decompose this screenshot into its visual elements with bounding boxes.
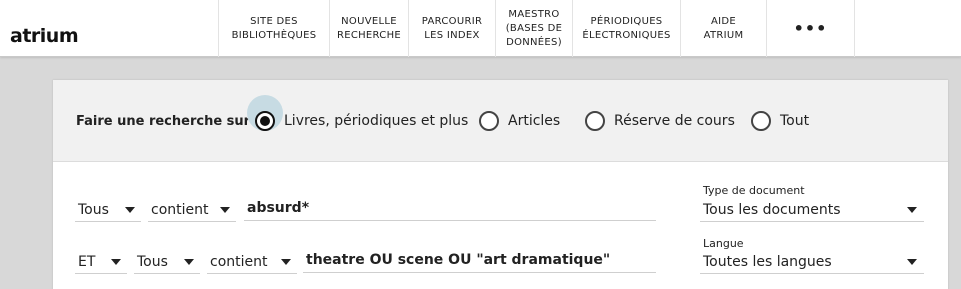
nav-label: SITE DES BIBLIOTHÈQUES xyxy=(231,15,317,41)
row2-boolean-select[interactable]: ET xyxy=(75,250,127,274)
top-header: atrium SITE DES BIBLIOTHÈQUES NOUVELLE R… xyxy=(0,0,961,57)
row1-query-input[interactable]: absurd* xyxy=(244,196,656,221)
nav-label: PÉRIODIQUES ÉLECTRONIQUES xyxy=(582,15,671,41)
scope-radio-reserve[interactable]: Réserve de cours xyxy=(585,103,735,139)
row1-operator-select[interactable]: contient xyxy=(148,198,236,222)
nav-periodiques-electroniques[interactable]: PÉRIODIQUES ÉLECTRONIQUES xyxy=(572,0,680,57)
nav-aide-atrium[interactable]: AIDE ATRIUM xyxy=(680,0,766,57)
select-value: Tous les documents xyxy=(703,201,841,218)
doc-type-select[interactable]: Tous les documents xyxy=(700,198,924,222)
scope-radio-tout[interactable]: Tout xyxy=(751,103,809,139)
language-label: Langue xyxy=(703,237,744,250)
row2-field-select[interactable]: Tous xyxy=(134,250,200,274)
scope-radio-livres[interactable]: Livres, périodiques et plus xyxy=(247,95,469,139)
radio-unchecked-icon xyxy=(479,111,499,131)
caret-down-icon xyxy=(125,207,135,213)
caret-down-icon xyxy=(184,259,194,265)
scope-radio-articles[interactable]: Articles xyxy=(479,103,560,139)
select-value: Tous xyxy=(78,201,109,218)
radio-checked-icon xyxy=(255,111,275,131)
row2-query-input[interactable]: theatre OU scene OU "art dramatique" xyxy=(303,248,656,273)
nav-label: PARCOURIR LES INDEX xyxy=(421,15,483,41)
caret-down-icon xyxy=(907,259,917,265)
atrium-logo[interactable]: atrium xyxy=(10,25,79,47)
nav-label: MAESTRO (BASES DE DONNÉES) xyxy=(505,8,563,48)
more-dots-icon: ••• xyxy=(793,18,828,38)
nav-label: NOUVELLE RECHERCHE xyxy=(336,15,402,41)
nav-maestro[interactable]: MAESTRO (BASES DE DONNÉES) xyxy=(495,0,572,57)
nav-label: AIDE ATRIUM xyxy=(703,15,744,41)
select-value: ET xyxy=(78,253,96,270)
caret-down-icon xyxy=(281,259,291,265)
query-text: theatre OU scene OU "art dramatique" xyxy=(306,252,611,268)
row1-field-select[interactable]: Tous xyxy=(75,198,141,222)
radio-unchecked-icon xyxy=(585,111,605,131)
select-value: contient xyxy=(151,201,209,218)
scope-label: Faire une recherche sur : xyxy=(76,114,260,129)
scope-option-label: Tout xyxy=(780,113,810,129)
radio-unchecked-icon xyxy=(751,111,771,131)
row2-operator-select[interactable]: contient xyxy=(207,250,297,274)
select-value: Tous xyxy=(137,253,168,270)
language-select[interactable]: Toutes les langues xyxy=(700,250,924,274)
nav-more-button[interactable]: ••• xyxy=(766,0,855,57)
scope-option-label: Réserve de cours xyxy=(614,113,735,129)
search-scope-bar: Faire une recherche sur : Livres, périod… xyxy=(53,80,948,162)
nav-nouvelle-recherche[interactable]: NOUVELLE RECHERCHE xyxy=(329,0,408,57)
caret-down-icon xyxy=(907,207,917,213)
nav-parcourir-index[interactable]: PARCOURIR LES INDEX xyxy=(408,0,495,57)
caret-down-icon xyxy=(111,259,121,265)
nav-site-bibliotheques[interactable]: SITE DES BIBLIOTHÈQUES xyxy=(218,0,329,57)
doc-type-label: Type de document xyxy=(703,184,805,197)
scope-option-label: Livres, périodiques et plus xyxy=(284,113,469,129)
main-nav: SITE DES BIBLIOTHÈQUES NOUVELLE RECHERCH… xyxy=(218,0,855,57)
query-text: absurd* xyxy=(247,200,310,216)
caret-down-icon xyxy=(220,207,230,213)
select-value: contient xyxy=(210,253,268,270)
scope-option-label: Articles xyxy=(508,113,561,129)
select-value: Toutes les langues xyxy=(703,253,832,270)
search-panel: Faire une recherche sur : Livres, périod… xyxy=(53,80,948,289)
